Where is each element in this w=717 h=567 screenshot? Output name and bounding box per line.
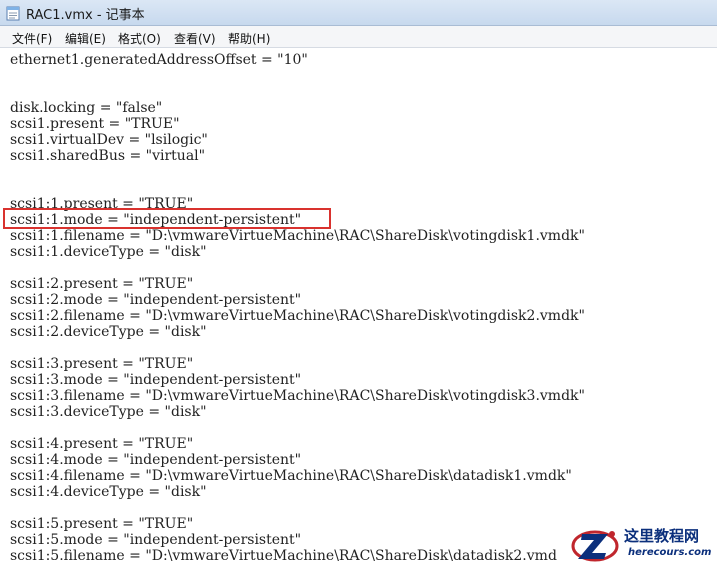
menu-bar: 文件(F) 编辑(E) 格式(O) 查看(V) 帮助(H) xyxy=(0,26,717,48)
notepad-icon xyxy=(6,5,20,21)
editor-line: scsi1:1.filename = "D:\vmwareVirtueMachi… xyxy=(10,228,585,244)
editor-line: scsi1:2.present = "TRUE" xyxy=(10,276,194,292)
menu-file[interactable]: 文件(F) xyxy=(12,30,52,47)
window-title: RAC1.vmx - 记事本 xyxy=(26,8,145,23)
editor-line: scsi1:2.deviceType = "disk" xyxy=(10,324,207,340)
editor-line: scsi1:3.filename = "D:\vmwareVirtueMachi… xyxy=(10,388,585,404)
editor-line: scsi1:3.present = "TRUE" xyxy=(10,356,194,372)
editor-line: scsi1:3.deviceType = "disk" xyxy=(10,404,207,420)
editor-line: scsi1:2.mode = "independent-persistent" xyxy=(10,292,302,308)
title-bar[interactable]: RAC1.vmx - 记事本 xyxy=(0,0,717,26)
watermark-domain: herecours.com xyxy=(628,547,712,558)
editor-line: scsi1:4.deviceType = "disk" xyxy=(10,484,207,500)
notepad-window: RAC1.vmx - 记事本 文件(F) 编辑(E) 格式(O) 查看(V) 帮… xyxy=(0,0,717,567)
editor-line: disk.locking = "false" xyxy=(10,100,163,116)
editor-line: scsi1:5.mode = "independent-persistent" xyxy=(10,532,302,548)
watermark-logo-icon xyxy=(570,525,620,565)
editor-line: scsi1:3.mode = "independent-persistent" xyxy=(10,372,302,388)
editor-line: scsi1.present = "TRUE" xyxy=(10,116,180,132)
menu-format[interactable]: 格式(O) xyxy=(118,30,161,47)
editor-line: scsi1:5.filename = "D:\vmwareVirtueMachi… xyxy=(10,548,557,564)
menu-edit[interactable]: 编辑(E) xyxy=(65,30,106,47)
editor-line: ethernet1.generatedAddressOffset = "10" xyxy=(10,52,308,68)
editor-line: scsi1:2.filename = "D:\vmwareVirtueMachi… xyxy=(10,308,585,324)
editor-line: scsi1:5.present = "TRUE" xyxy=(10,516,194,532)
editor-line: scsi1:1.deviceType = "disk" xyxy=(10,244,207,260)
menu-view[interactable]: 查看(V) xyxy=(174,30,216,47)
highlight-annotation-box xyxy=(3,208,331,229)
text-editor[interactable]: ethernet1.generatedAddressOffset = "10" … xyxy=(0,48,717,567)
site-watermark: 这里教程网 herecours.com xyxy=(568,523,717,567)
editor-line: scsi1:4.filename = "D:\vmwareVirtueMachi… xyxy=(10,468,572,484)
menu-help[interactable]: 帮助(H) xyxy=(228,30,270,47)
editor-line: scsi1:4.mode = "independent-persistent" xyxy=(10,452,302,468)
editor-line: scsi1:4.present = "TRUE" xyxy=(10,436,194,452)
editor-line: scsi1.sharedBus = "virtual" xyxy=(10,148,206,164)
watermark-title: 这里教程网 xyxy=(624,527,700,545)
editor-line: scsi1.virtualDev = "lsilogic" xyxy=(10,132,208,148)
